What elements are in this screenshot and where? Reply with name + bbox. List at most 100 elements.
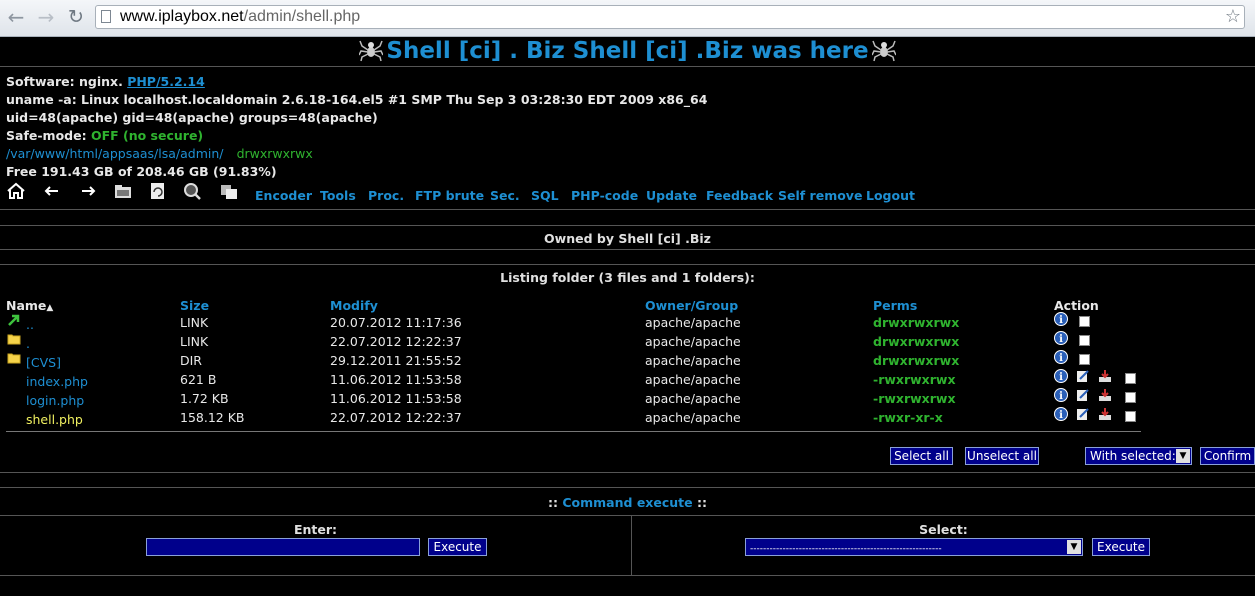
info-icon[interactable]: i [1054, 331, 1068, 345]
shell-page: Shell [ci] . Biz Shell [ci] .Biz was her… [0, 37, 1255, 596]
info-icon[interactable]: i [1054, 350, 1068, 364]
menu-sql[interactable]: SQL [531, 188, 559, 203]
path-perms: drwxrwxrwx [236, 146, 313, 161]
file-modify: 22.07.2012 12:22:37 [330, 410, 462, 425]
refresh-icon[interactable] [148, 182, 168, 200]
menu-ftp-brute[interactable]: FTP brute [415, 188, 484, 203]
info-icon[interactable]: i [1054, 407, 1068, 421]
safe-mode-info: Safe-mode: OFF (no secure) [6, 128, 204, 143]
svg-text:i: i [1059, 372, 1063, 383]
edit-icon[interactable] [1076, 407, 1090, 421]
file-perms[interactable]: -rwxrwxrwx [873, 391, 956, 406]
safe-mode-value: OFF (no secure) [90, 128, 204, 143]
svg-text:i: i [1059, 391, 1063, 402]
menu-proc[interactable]: Proc. [368, 188, 404, 203]
file-perms[interactable]: -rwxr-xr-x [873, 410, 943, 425]
file-size: 1.72 KB [180, 391, 229, 406]
column-modify[interactable]: Modify [330, 298, 378, 313]
edit-icon[interactable] [1076, 369, 1090, 383]
column-size[interactable]: Size [180, 298, 209, 313]
info-icon[interactable]: i [1054, 388, 1068, 402]
current-path-link[interactable]: /var/www/html/appsaas/lsa/admin/ [6, 146, 224, 161]
file-perms[interactable]: drwxrwxrwx [873, 353, 959, 368]
command-select-dropdown[interactable]: ----------------------------------------… [745, 538, 1083, 556]
file-size: 621 B [180, 372, 217, 387]
menu-tools[interactable]: Tools [320, 188, 356, 203]
divider [0, 264, 1255, 265]
menu-php-code[interactable]: PHP-code [571, 188, 638, 203]
download-icon[interactable] [1098, 407, 1112, 421]
info-icon[interactable]: i [1054, 312, 1068, 326]
folder-icon[interactable] [7, 332, 21, 346]
address-url[interactable]: www.iplaybox.net/admin/shell.php [120, 8, 360, 26]
column-action: Action [1054, 298, 1099, 313]
software-info: Software: nginx. PHP/5.2.14 [6, 74, 205, 89]
browser-forward-icon[interactable]: → [34, 5, 58, 29]
menu-feedback[interactable]: Feedback [706, 188, 773, 203]
download-icon[interactable] [1098, 369, 1112, 383]
column-name[interactable]: Name▲ [6, 298, 53, 313]
file-name[interactable]: login.php [26, 393, 84, 408]
row-checkbox[interactable] [1125, 411, 1136, 422]
file-name[interactable]: .. [26, 317, 34, 332]
enter-label: Enter: [293, 522, 338, 537]
file-name[interactable]: [CVS] [26, 355, 61, 370]
column-owner-group[interactable]: Owner/Group [645, 298, 738, 313]
browser-toolbar: ← → ↻ www.iplaybox.net/admin/shell.php ☆ [0, 0, 1255, 37]
svg-text:i: i [1059, 334, 1063, 345]
browser-back-icon[interactable]: ← [4, 5, 28, 29]
divider [0, 515, 1255, 516]
uid-info: uid=48(apache) gid=48(apache) groups=48(… [6, 110, 378, 125]
row-checkbox[interactable] [1079, 354, 1090, 365]
chevron-down-icon: ▼ [1067, 540, 1081, 554]
browser-reload-icon[interactable]: ↻ [64, 5, 88, 29]
menu-update[interactable]: Update [646, 188, 697, 203]
file-perms[interactable]: drwxrwxrwx [873, 334, 959, 349]
bookmark-star-icon[interactable]: ☆ [1225, 6, 1241, 28]
buffer-icon[interactable] [113, 182, 133, 200]
menu-sec[interactable]: Sec. [490, 188, 520, 203]
file-name[interactable]: index.php [26, 374, 88, 389]
address-bar[interactable]: www.iplaybox.net/admin/shell.php ☆ [95, 5, 1245, 29]
search-icon[interactable] [182, 182, 202, 200]
php-version-link[interactable]: PHP/5.2.14 [127, 74, 205, 89]
back-icon[interactable] [42, 182, 62, 200]
edit-icon[interactable] [1076, 388, 1090, 402]
file-size: DIR [180, 353, 202, 368]
row-checkbox[interactable] [1079, 335, 1090, 346]
command-execute-heading: :: Command execute :: [548, 495, 707, 510]
with-selected-dropdown[interactable]: With selected: ▼ [1085, 447, 1192, 465]
up-folder-icon[interactable] [7, 313, 21, 327]
row-checkbox[interactable] [1125, 373, 1136, 384]
divider [6, 431, 1141, 432]
forward-icon[interactable] [78, 182, 98, 200]
row-checkbox[interactable] [1125, 392, 1136, 403]
execute-select-button[interactable]: Execute [1092, 538, 1150, 556]
row-checkbox[interactable] [1079, 316, 1090, 327]
command-execute-link[interactable]: Command execute [562, 495, 692, 510]
buffer-paste-icon[interactable] [219, 182, 239, 200]
download-icon[interactable] [1098, 388, 1112, 402]
menu-encoder[interactable]: Encoder [255, 188, 312, 203]
page-title: Shell [ci] . Biz Shell [ci] .Biz was her… [0, 37, 1255, 66]
column-perms[interactable]: Perms [873, 298, 917, 313]
unselect-all-button[interactable]: Unselect all [965, 447, 1039, 465]
file-perms[interactable]: -rwxrwxrwx [873, 372, 956, 387]
command-input[interactable] [146, 538, 420, 556]
file-size: LINK [180, 315, 209, 330]
info-icon[interactable]: i [1054, 369, 1068, 383]
home-icon[interactable] [6, 182, 26, 200]
divider [0, 225, 1255, 226]
file-name[interactable]: shell.php [26, 412, 83, 427]
select-all-button[interactable]: Select all [890, 447, 953, 465]
confirm-button[interactable]: Confirm [1200, 447, 1255, 465]
folder-icon[interactable] [7, 351, 21, 365]
file-name[interactable]: . [26, 336, 30, 351]
file-perms[interactable]: drwxrwxrwx [873, 315, 959, 330]
execute-command-button[interactable]: Execute [428, 538, 487, 556]
divider [0, 249, 1255, 250]
menu-logout[interactable]: Logout [866, 188, 915, 203]
menu-self-remove[interactable]: Self remove [778, 188, 862, 203]
file-modify: 22.07.2012 12:22:37 [330, 334, 462, 349]
file-owner: apache/apache [645, 334, 741, 349]
